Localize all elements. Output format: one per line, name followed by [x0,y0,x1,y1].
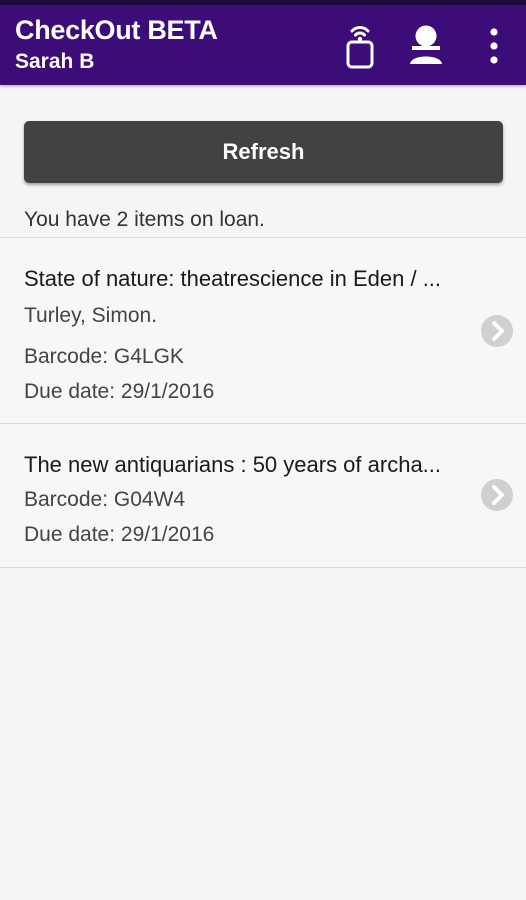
loan-due-date: Due date: 29/1/2016 [24,523,215,546]
loan-title: The new antiquarians : 50 years of archa… [24,452,442,477]
loan-item[interactable]: The new antiquarians : 50 years of archa… [0,423,526,568]
loan-item[interactable]: State of nature: theatrescience in Eden … [0,237,526,423]
loan-barcode: Barcode: G04W4 [24,488,186,511]
app-title: CheckOut BETA [15,15,218,45]
loan-title: State of nature: theatrescience in Eden … [24,266,442,291]
loan-list: State of nature: theatrescience in Eden … [0,237,526,568]
nfc-phone-icon[interactable] [343,21,377,69]
loan-summary: You have 2 items on loan. [24,208,265,231]
account-icon[interactable] [405,21,447,67]
chevron-right-icon[interactable] [480,314,514,348]
loan-due-date: Due date: 29/1/2016 [24,380,215,403]
more-vertical-icon[interactable] [481,22,507,70]
loan-barcode: Barcode: G4LGK [24,345,184,368]
refresh-button[interactable]: Refresh [24,121,503,183]
chevron-right-icon[interactable] [480,478,514,512]
user-name: Sarah B [15,50,95,73]
app-bar: CheckOut BETA Sarah B [0,5,526,85]
loan-author: Turley, Simon. [24,304,158,327]
